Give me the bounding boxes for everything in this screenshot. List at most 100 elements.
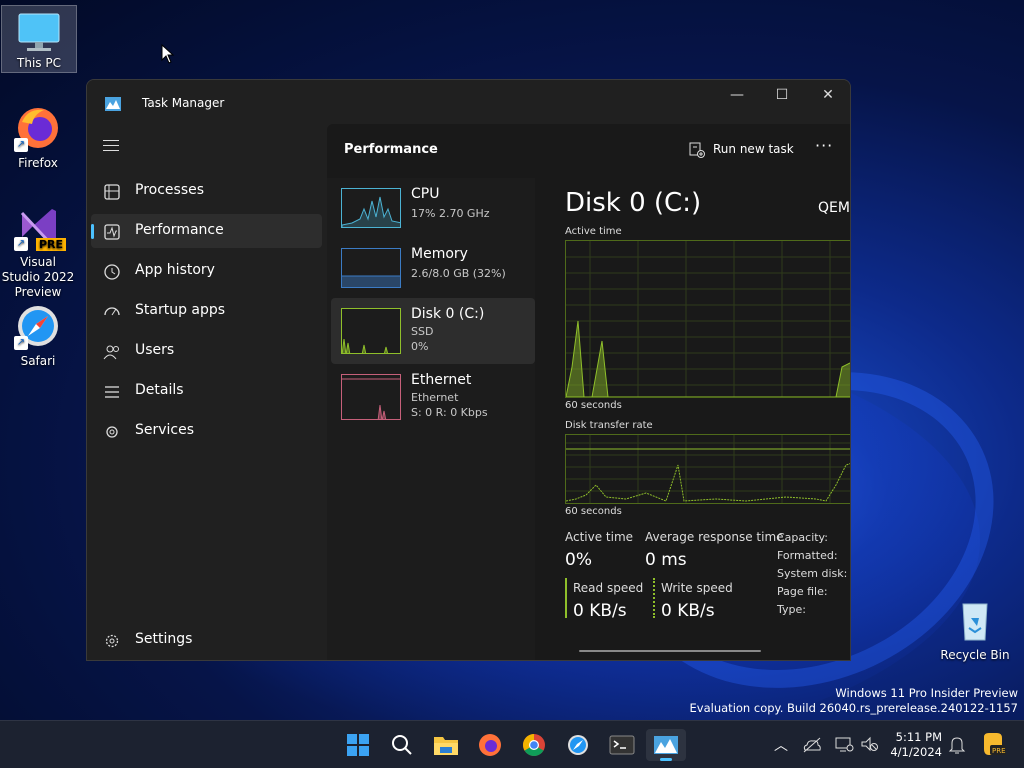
read-speed-value: 0 KB/s xyxy=(573,601,627,621)
nav-item-label: Performance xyxy=(135,222,224,238)
safari-taskbar-button[interactable] xyxy=(558,729,598,761)
desktop-icon-label: This PC xyxy=(17,56,61,70)
search-icon xyxy=(392,735,412,755)
nav-item-services[interactable]: Services xyxy=(91,414,322,448)
desktop-icon-recycle-bin[interactable]: Recycle Bin xyxy=(937,596,1013,662)
run-task-icon xyxy=(689,142,705,158)
transfer-rate-graph-label: Disk transfer rate xyxy=(565,420,653,431)
volume-muted-icon[interactable] xyxy=(860,735,880,753)
onedrive-icon[interactable] xyxy=(802,736,822,754)
more-options-icon[interactable]: ··· xyxy=(815,136,833,155)
type-label: Type: xyxy=(777,603,806,616)
desktop-icon-this-pc[interactable]: This PC xyxy=(1,5,77,73)
recycle-bin-icon xyxy=(951,596,999,644)
desktop-icon-label: Safari xyxy=(20,354,56,368)
chrome-taskbar-button[interactable] xyxy=(514,729,554,761)
start-button[interactable] xyxy=(338,729,378,761)
app-history-icon xyxy=(104,264,120,280)
horizontal-scrollbar[interactable] xyxy=(579,650,761,652)
network-icon[interactable] xyxy=(834,735,854,753)
shortcut-arrow-icon: ↗ xyxy=(14,237,28,251)
disk-title: Disk 0 (C:) xyxy=(565,188,702,218)
desktop-icon-label: Recycle Bin xyxy=(940,648,1010,662)
monitor-icon xyxy=(15,10,63,58)
desktop-icon-safari[interactable]: ↗ Safari xyxy=(0,302,76,368)
show-hidden-icons-icon[interactable]: ︿ xyxy=(774,735,788,755)
terminal-taskbar-button[interactable] xyxy=(602,729,642,761)
watermark-line-1: Windows 11 Pro Insider Preview xyxy=(835,686,1018,700)
nav-item-label: Settings xyxy=(135,631,193,647)
hamburger-menu-icon[interactable] xyxy=(103,140,119,152)
users-icon xyxy=(103,345,119,360)
cpu-thumbnail-graph xyxy=(341,188,401,228)
page-file-label: Page file: xyxy=(777,585,828,598)
nav-item-label: Details xyxy=(135,382,184,398)
clock[interactable]: 5:11 PM 4/1/2024 xyxy=(890,730,942,760)
start-icon xyxy=(347,734,369,756)
nav-item-users[interactable]: Users xyxy=(91,334,322,368)
search-button[interactable] xyxy=(382,729,422,761)
shortcut-arrow-icon: ↗ xyxy=(14,336,28,350)
disk-thumbnail-graph xyxy=(341,308,401,354)
nav-item-label: App history xyxy=(135,262,215,278)
perf-item-name: Ethernet xyxy=(411,372,472,388)
chrome-icon xyxy=(523,734,545,756)
nav-item-settings[interactable]: Settings xyxy=(91,623,322,657)
clock-time: 5:11 PM xyxy=(895,730,942,744)
nav-item-app-history[interactable]: App history xyxy=(91,254,322,288)
firefox-icon: ↗ xyxy=(14,104,62,152)
perf-item-cpu[interactable]: CPU 17% 2.70 GHz xyxy=(331,178,535,244)
avg-response-value: 0 ms xyxy=(645,550,687,570)
perf-item-disk-0[interactable]: Disk 0 (C:) SSD 0% xyxy=(331,298,535,364)
disk-model: QEM xyxy=(818,200,850,216)
services-icon xyxy=(106,426,118,438)
title-bar[interactable]: Task Manager — ☐ ✕ xyxy=(87,80,850,124)
nav-item-label: Services xyxy=(135,422,195,438)
nav-item-details[interactable]: Details xyxy=(91,374,322,408)
taskbar: ︿ 5:11 PM 4/1/2024 PRE xyxy=(0,720,1024,768)
file-explorer-button[interactable] xyxy=(426,729,466,761)
firefox-icon xyxy=(479,734,501,756)
close-button[interactable]: ✕ xyxy=(805,80,850,112)
window-title: Task Manager xyxy=(142,96,225,110)
ethernet-thumbnail-graph xyxy=(341,374,401,420)
maximize-button[interactable]: ☐ xyxy=(759,80,805,112)
page-title: Performance xyxy=(344,142,438,157)
desktop-icon-visual-studio[interactable]: PRE ↗ Visual Studio 2022 Preview xyxy=(0,203,76,300)
clock-date: 4/1/2024 xyxy=(890,745,942,759)
task-manager-icon xyxy=(105,96,121,115)
terminal-icon xyxy=(609,735,635,755)
safari-icon xyxy=(568,735,588,755)
read-speed-indicator xyxy=(565,578,567,618)
perf-item-detail: 2.6/8.0 GB (32%) xyxy=(411,267,506,280)
task-manager-taskbar-button[interactable] xyxy=(646,729,686,761)
perf-item-memory[interactable]: Memory 2.6/8.0 GB (32%) xyxy=(331,238,535,304)
performance-list: CPU 17% 2.70 GHz Memory 2.6/8.0 GB (32%)… xyxy=(327,178,535,660)
run-new-task-label: Run new task xyxy=(713,142,794,156)
nav-item-startup-apps[interactable]: Startup apps xyxy=(91,294,322,328)
nav-item-label: Processes xyxy=(135,182,205,198)
desktop-icon-firefox[interactable]: ↗ Firefox xyxy=(0,104,76,170)
write-speed-value: 0 KB/s xyxy=(661,601,715,621)
firefox-taskbar-button[interactable] xyxy=(470,729,510,761)
perf-item-detail: 17% 2.70 GHz xyxy=(411,207,490,220)
watermark-line-2: Evaluation copy. Build 26040.rs_prerelea… xyxy=(689,701,1018,715)
visual-studio-icon: PRE ↗ xyxy=(14,203,66,251)
perf-item-name: Memory xyxy=(411,246,468,262)
minimize-button[interactable]: — xyxy=(714,80,760,112)
mouse-cursor-icon xyxy=(161,44,175,64)
nav-item-performance[interactable]: Performance xyxy=(91,214,322,248)
desktop-icon-label: Visual Studio 2022 Preview xyxy=(1,255,75,299)
disk-detail-panel: Disk 0 (C:) QEM Active time 60 seconds D… xyxy=(559,178,850,660)
task-manager-window: Task Manager — ☐ ✕ Processes Performance… xyxy=(86,79,851,661)
transfer-rate-graph-footer: 60 seconds xyxy=(565,506,622,517)
copilot-preview-icon[interactable]: PRE xyxy=(980,731,1006,757)
notification-bell-icon[interactable] xyxy=(948,735,966,755)
performance-icon xyxy=(104,224,120,240)
startup-apps-icon xyxy=(104,307,120,316)
active-time-graph-label: Active time xyxy=(565,226,622,237)
details-icon xyxy=(105,386,119,398)
write-speed-label: Write speed xyxy=(661,581,733,595)
perf-item-ethernet[interactable]: Ethernet Ethernet S: 0 R: 0 Kbps xyxy=(331,364,535,430)
nav-item-processes[interactable]: Processes xyxy=(91,174,322,208)
